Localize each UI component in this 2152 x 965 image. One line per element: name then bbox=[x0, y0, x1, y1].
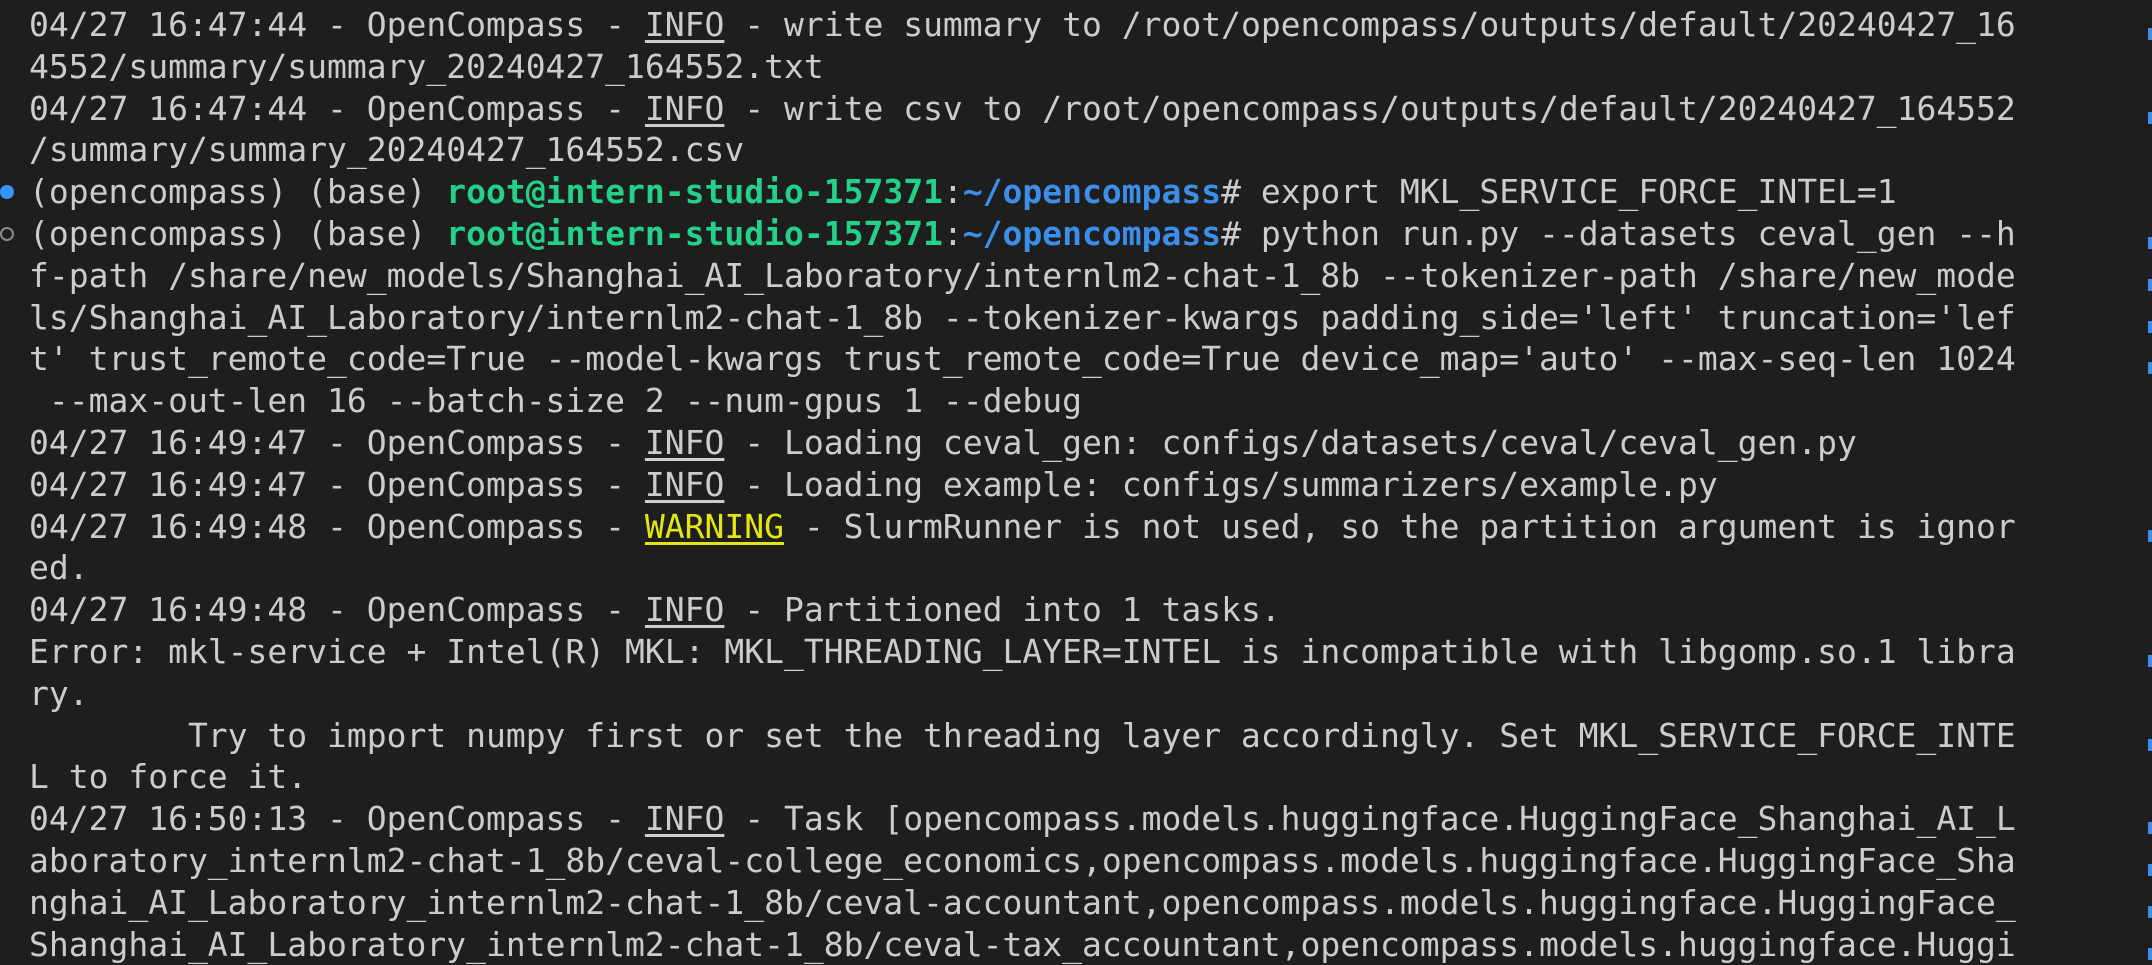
command-running-decoration-icon[interactable] bbox=[0, 227, 14, 241]
overview-ruler-mark bbox=[2148, 320, 2152, 333]
terminal-line: 04/27 16:50:13 - OpenCompass - INFO - Ta… bbox=[29, 798, 2129, 840]
line-text: ed. bbox=[29, 548, 89, 588]
line-text: 4552/summary/summary_20240427_164552.txt bbox=[29, 46, 824, 86]
command-success-decoration-icon[interactable] bbox=[0, 185, 14, 200]
line-text: 04/27 16:49:48 - OpenCompass - bbox=[29, 506, 645, 546]
overview-ruler-mark bbox=[2148, 905, 2152, 918]
line-text: --max-out-len 16 --batch-size 2 --num-gp… bbox=[29, 381, 1082, 421]
overview-ruler-mark bbox=[2148, 947, 2152, 960]
line-text: : bbox=[942, 213, 963, 253]
line-text: # python run.py --datasets ceval_gen --h bbox=[1221, 213, 2016, 253]
line-text: - Partitioned into 1 tasks. bbox=[724, 590, 1281, 630]
log-level-info: INFO bbox=[644, 422, 725, 462]
line-text: (opencompass) (base) bbox=[29, 213, 447, 253]
terminal-line: t' trust_remote_code=True --model-kwargs… bbox=[29, 338, 2129, 380]
terminal-line: 04/27 16:49:48 - OpenCompass - WARNING -… bbox=[29, 506, 2129, 548]
overview-ruler-mark bbox=[2148, 529, 2152, 542]
line-text: ry. bbox=[29, 673, 89, 713]
line-text: 04/27 16:47:44 - OpenCompass - bbox=[29, 5, 645, 44]
terminal-line: 04/27 16:47:44 - OpenCompass - INFO - wr… bbox=[29, 88, 2129, 130]
terminal-line: --max-out-len 16 --batch-size 2 --num-gp… bbox=[29, 380, 2129, 422]
terminal-line: 04/27 16:49:48 - OpenCompass - INFO - Pa… bbox=[29, 589, 2129, 631]
line-text: f-path /share/new_models/Shanghai_AI_Lab… bbox=[29, 255, 2016, 295]
line-text: # export MKL_SERVICE_FORCE_INTEL=1 bbox=[1221, 172, 1897, 212]
line-text: - Task [opencompass.models.huggingface.H… bbox=[724, 799, 2016, 839]
line-text: t' trust_remote_code=True --model-kwargs… bbox=[29, 339, 2016, 379]
line-text: (opencompass) (base) bbox=[29, 172, 447, 212]
prompt-user-host: root@intern-studio-157371 bbox=[446, 172, 943, 212]
line-text: Try to import numpy first or set the thr… bbox=[29, 715, 2016, 755]
terminal-line: Try to import numpy first or set the thr… bbox=[29, 715, 2129, 757]
line-text: - Loading example: configs/summarizers/e… bbox=[724, 464, 1718, 504]
terminal-line: Error: mkl-service + Intel(R) MKL: MKL_T… bbox=[29, 631, 2129, 673]
line-text: 04/27 16:49:48 - OpenCompass - bbox=[29, 590, 645, 630]
line-text: 04/27 16:49:47 - OpenCompass - bbox=[29, 464, 645, 504]
log-level-info: INFO bbox=[644, 590, 725, 630]
line-text: Shanghai_AI_Laboratory_internlm2-chat-1_… bbox=[29, 924, 2016, 964]
terminal-line: 04/27 16:47:44 - OpenCompass - INFO - wr… bbox=[29, 4, 2129, 46]
terminal-line: L to force it. bbox=[29, 756, 2129, 798]
terminal-line: (opencompass) (base) root@intern-studio-… bbox=[29, 171, 2129, 213]
log-level-info: INFO bbox=[644, 88, 725, 128]
log-level-info: INFO bbox=[644, 464, 725, 504]
line-text: 04/27 16:47:44 - OpenCompass - bbox=[29, 88, 645, 128]
terminal-line: (opencompass) (base) root@intern-studio-… bbox=[29, 213, 2129, 255]
prompt-user-host: root@intern-studio-157371 bbox=[446, 213, 943, 253]
line-text: /summary/summary_20240427_164552.csv bbox=[29, 130, 745, 170]
prompt-cwd: ~/opencompass bbox=[962, 172, 1222, 212]
prompt-cwd: ~/opencompass bbox=[962, 213, 1222, 253]
overview-ruler-mark bbox=[2148, 362, 2152, 375]
overview-ruler-mark bbox=[2148, 278, 2152, 291]
line-text: L to force it. bbox=[29, 757, 308, 797]
terminal-line: aboratory_internlm2-chat-1_8b/ceval-coll… bbox=[29, 840, 2129, 882]
overview-ruler-mark bbox=[2148, 655, 2152, 667]
line-text: - SlurmRunner is not used, so the partit… bbox=[783, 506, 2016, 546]
terminal-line: 4552/summary/summary_20240427_164552.txt bbox=[29, 46, 2129, 88]
terminal-line: nghai_AI_Laboratory_internlm2-chat-1_8b/… bbox=[29, 882, 2129, 924]
overview-ruler-mark bbox=[2148, 864, 2152, 876]
terminal-line: 04/27 16:49:47 - OpenCompass - INFO - Lo… bbox=[29, 464, 2129, 506]
log-level-warning: WARNING bbox=[644, 506, 784, 546]
terminal-line: ry. bbox=[29, 673, 2129, 715]
line-text: nghai_AI_Laboratory_internlm2-chat-1_8b/… bbox=[29, 882, 2016, 922]
line-text: - Loading ceval_gen: configs/datasets/ce… bbox=[724, 422, 1857, 462]
line-text: - write summary to /root/opencompass/out… bbox=[724, 5, 2016, 44]
terminal-line: f-path /share/new_models/Shanghai_AI_Lab… bbox=[29, 255, 2129, 297]
overview-ruler-mark bbox=[2148, 237, 2152, 249]
log-level-info: INFO bbox=[644, 5, 725, 44]
terminal-line: 04/27 16:49:47 - OpenCompass - INFO - Lo… bbox=[29, 422, 2129, 464]
terminal-line: /summary/summary_20240427_164552.csv bbox=[29, 129, 2129, 171]
terminal-line: ed. bbox=[29, 547, 2129, 589]
line-text: - write csv to /root/opencompass/outputs… bbox=[724, 88, 2016, 128]
overview-ruler-mark bbox=[2148, 822, 2152, 835]
overview-ruler-mark bbox=[2148, 111, 2152, 124]
line-text: aboratory_internlm2-chat-1_8b/ceval-coll… bbox=[29, 840, 2016, 880]
terminal-line: Shanghai_AI_Laboratory_internlm2-chat-1_… bbox=[29, 924, 2129, 965]
line-text: : bbox=[942, 172, 963, 212]
overview-ruler-mark bbox=[2148, 28, 2152, 40]
line-text: 04/27 16:49:47 - OpenCompass - bbox=[29, 422, 645, 462]
line-text: ls/Shanghai_AI_Laboratory/internlm2-chat… bbox=[29, 297, 2016, 337]
log-level-info: INFO bbox=[644, 799, 725, 839]
line-text: 04/27 16:50:13 - OpenCompass - bbox=[29, 799, 645, 839]
terminal-line: ls/Shanghai_AI_Laboratory/internlm2-chat… bbox=[29, 297, 2129, 339]
overview-ruler-mark bbox=[2148, 738, 2152, 751]
terminal-output[interactable]: 04/27 16:47:44 - OpenCompass - INFO - wr… bbox=[29, 4, 2129, 965]
line-text: Error: mkl-service + Intel(R) MKL: MKL_T… bbox=[29, 631, 2016, 671]
